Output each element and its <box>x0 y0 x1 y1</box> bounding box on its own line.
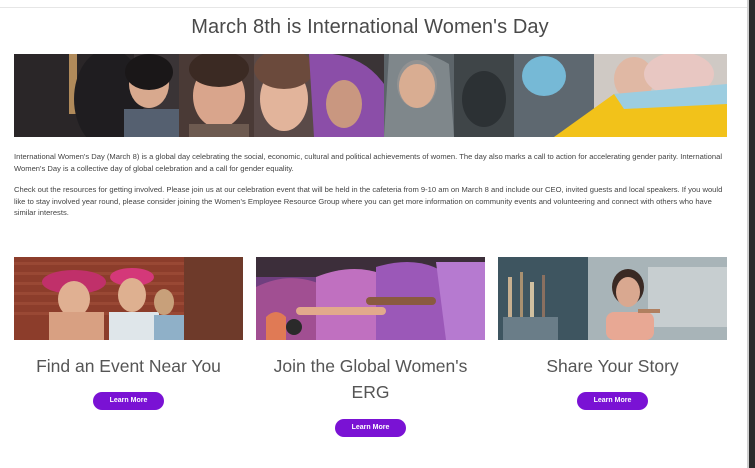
top-divider <box>0 0 755 8</box>
banner-illustration <box>14 54 727 137</box>
intro-paragraph: International Women's Day (March 8) is a… <box>14 152 723 173</box>
card-title-event: Find an Event Near You <box>36 356 221 376</box>
learn-more-button-story[interactable]: Learn More <box>577 392 648 410</box>
learn-more-button-event[interactable]: Learn More <box>93 392 164 410</box>
story-photo <box>498 257 727 340</box>
card-image-story <box>498 257 727 340</box>
page-title: March 8th is International Women's Day <box>191 16 549 38</box>
scrollbar[interactable] <box>749 0 755 468</box>
card-title-erg: Join the Global Women's ERG <box>273 356 468 402</box>
card-image-erg <box>256 257 485 340</box>
card-image-event <box>14 257 243 340</box>
card-title-story: Share Your Story <box>546 356 679 376</box>
banner-image <box>14 54 727 137</box>
event-photo <box>14 257 243 340</box>
erg-photo <box>256 257 485 340</box>
learn-more-button-erg[interactable]: Learn More <box>335 419 406 437</box>
resources-paragraph: Check out the resources for getting invo… <box>14 185 723 218</box>
